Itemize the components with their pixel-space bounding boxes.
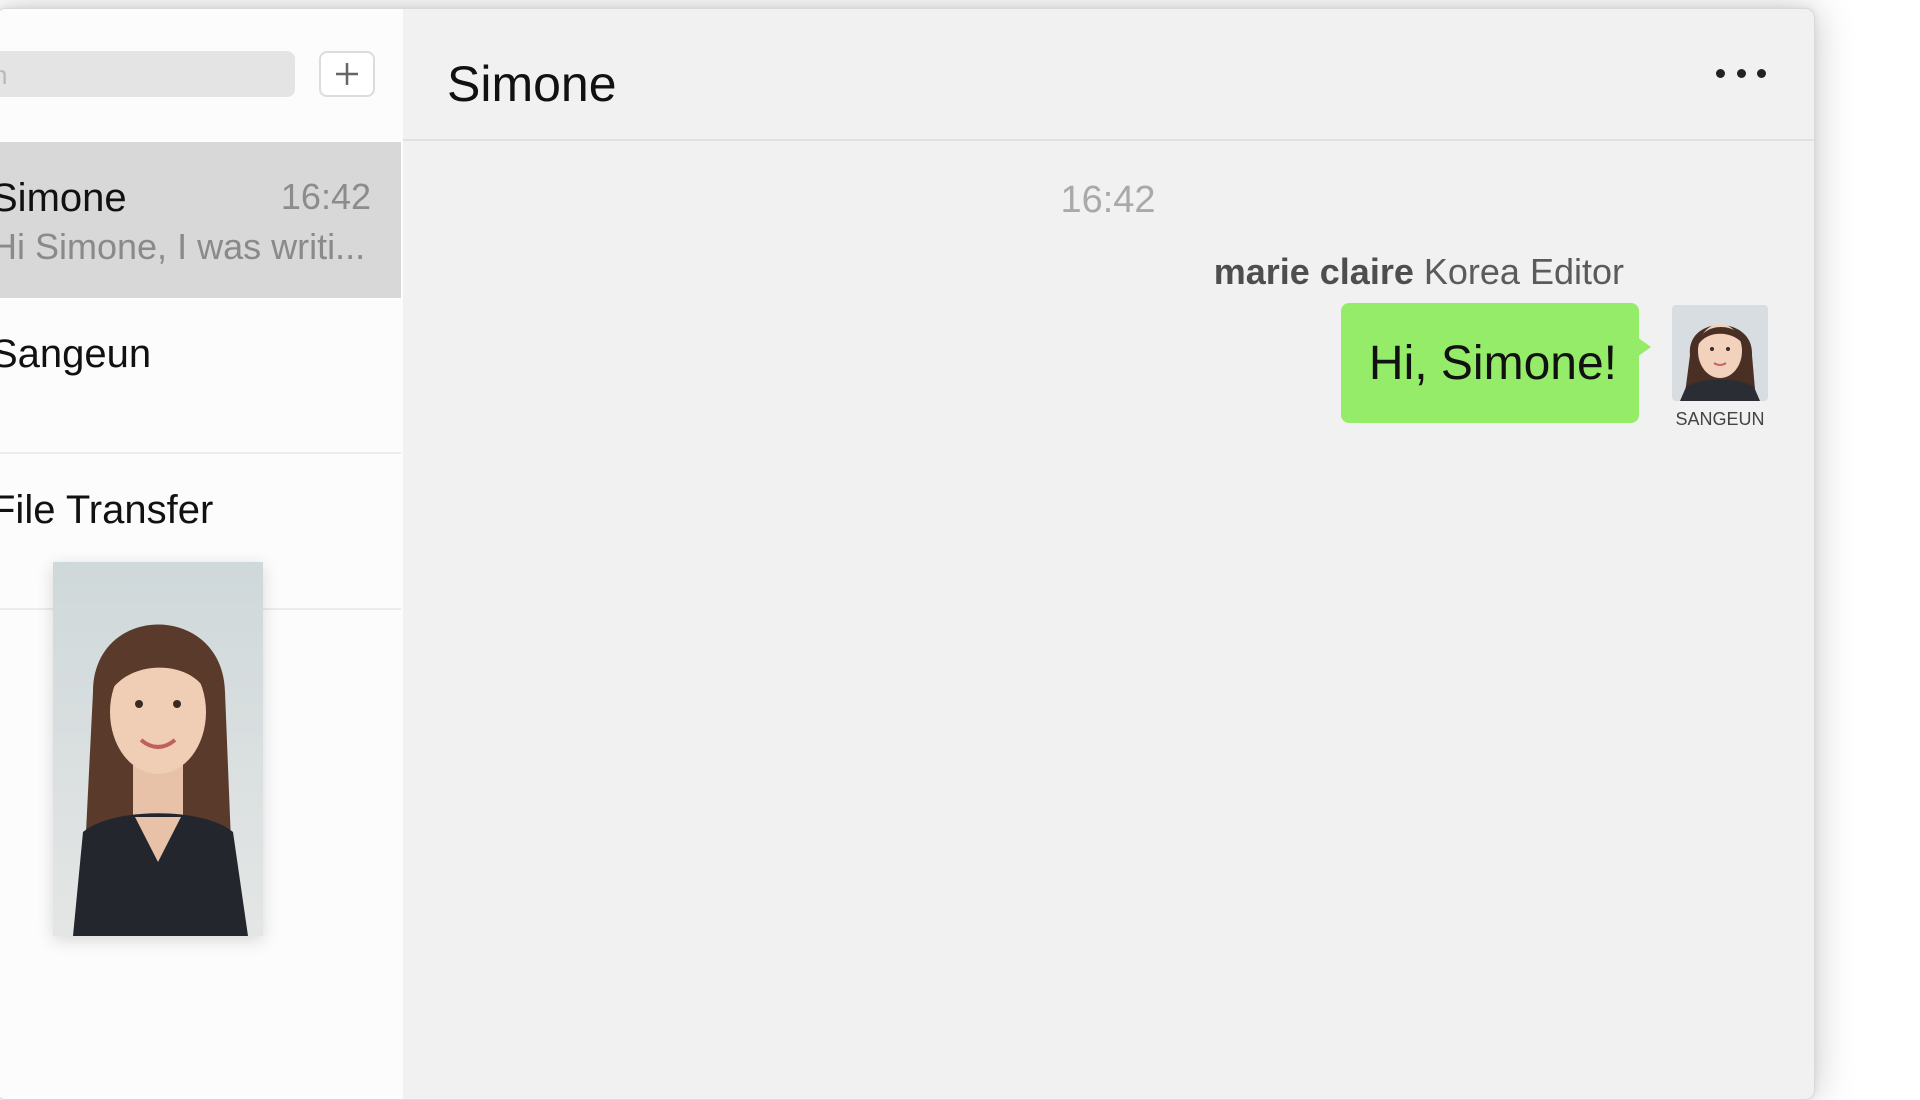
conversation-preview: Hi Simone, I was writi...: [0, 226, 366, 267]
more-dots-icon: [1716, 68, 1725, 78]
more-dots-icon: [1736, 68, 1746, 78]
message-bubble[interactable]: Hi, Simone!: [1340, 303, 1652, 423]
more-dots-icon: [1757, 68, 1766, 78]
add-chat-button[interactable]: [319, 51, 375, 97]
conversation-name: Sangeun: [0, 332, 152, 376]
message-text: Hi, Simone!: [1368, 336, 1617, 390]
sender-name: marie claire Korea Editor: [1214, 251, 1624, 293]
plus-icon: [336, 63, 358, 85]
conversation-item-sangeun[interactable]: Sangeun: [0, 298, 401, 454]
conversation-time: 16:42: [280, 176, 371, 217]
chat-panel: Simone 16:42 marie claire Korea Editor H…: [403, 9, 1814, 1099]
avatar[interactable]: [1672, 305, 1768, 401]
conversation-item-simone[interactable]: Simone 16:42 Hi Simone, I was writi...: [0, 142, 401, 298]
sidebar: n Simone 16:42 Hi Simone, I was writi...…: [0, 9, 405, 1099]
message-timestamp: 16:42: [1060, 179, 1156, 221]
avatar-image: [1672, 305, 1768, 401]
sender-org: marie claire: [1213, 251, 1414, 292]
sidebar-header: n: [0, 9, 403, 142]
chat-window: n Simone 16:42 Hi Simone, I was writi...…: [0, 8, 1815, 1100]
shared-photo[interactable]: [53, 562, 263, 936]
sender-role: Korea Editor: [1423, 251, 1624, 292]
conversation-name: Simone: [0, 176, 127, 220]
search-placeholder: n: [0, 60, 7, 91]
chat-header: Simone: [403, 9, 1814, 141]
conversation-name: File Transfer: [0, 488, 214, 532]
chat-title: Simone: [447, 56, 617, 112]
search-input[interactable]: n: [0, 51, 295, 97]
avatar-label: SANGEUN: [1675, 409, 1765, 429]
more-options-button[interactable]: [1716, 63, 1766, 83]
portrait-image: [53, 562, 263, 936]
